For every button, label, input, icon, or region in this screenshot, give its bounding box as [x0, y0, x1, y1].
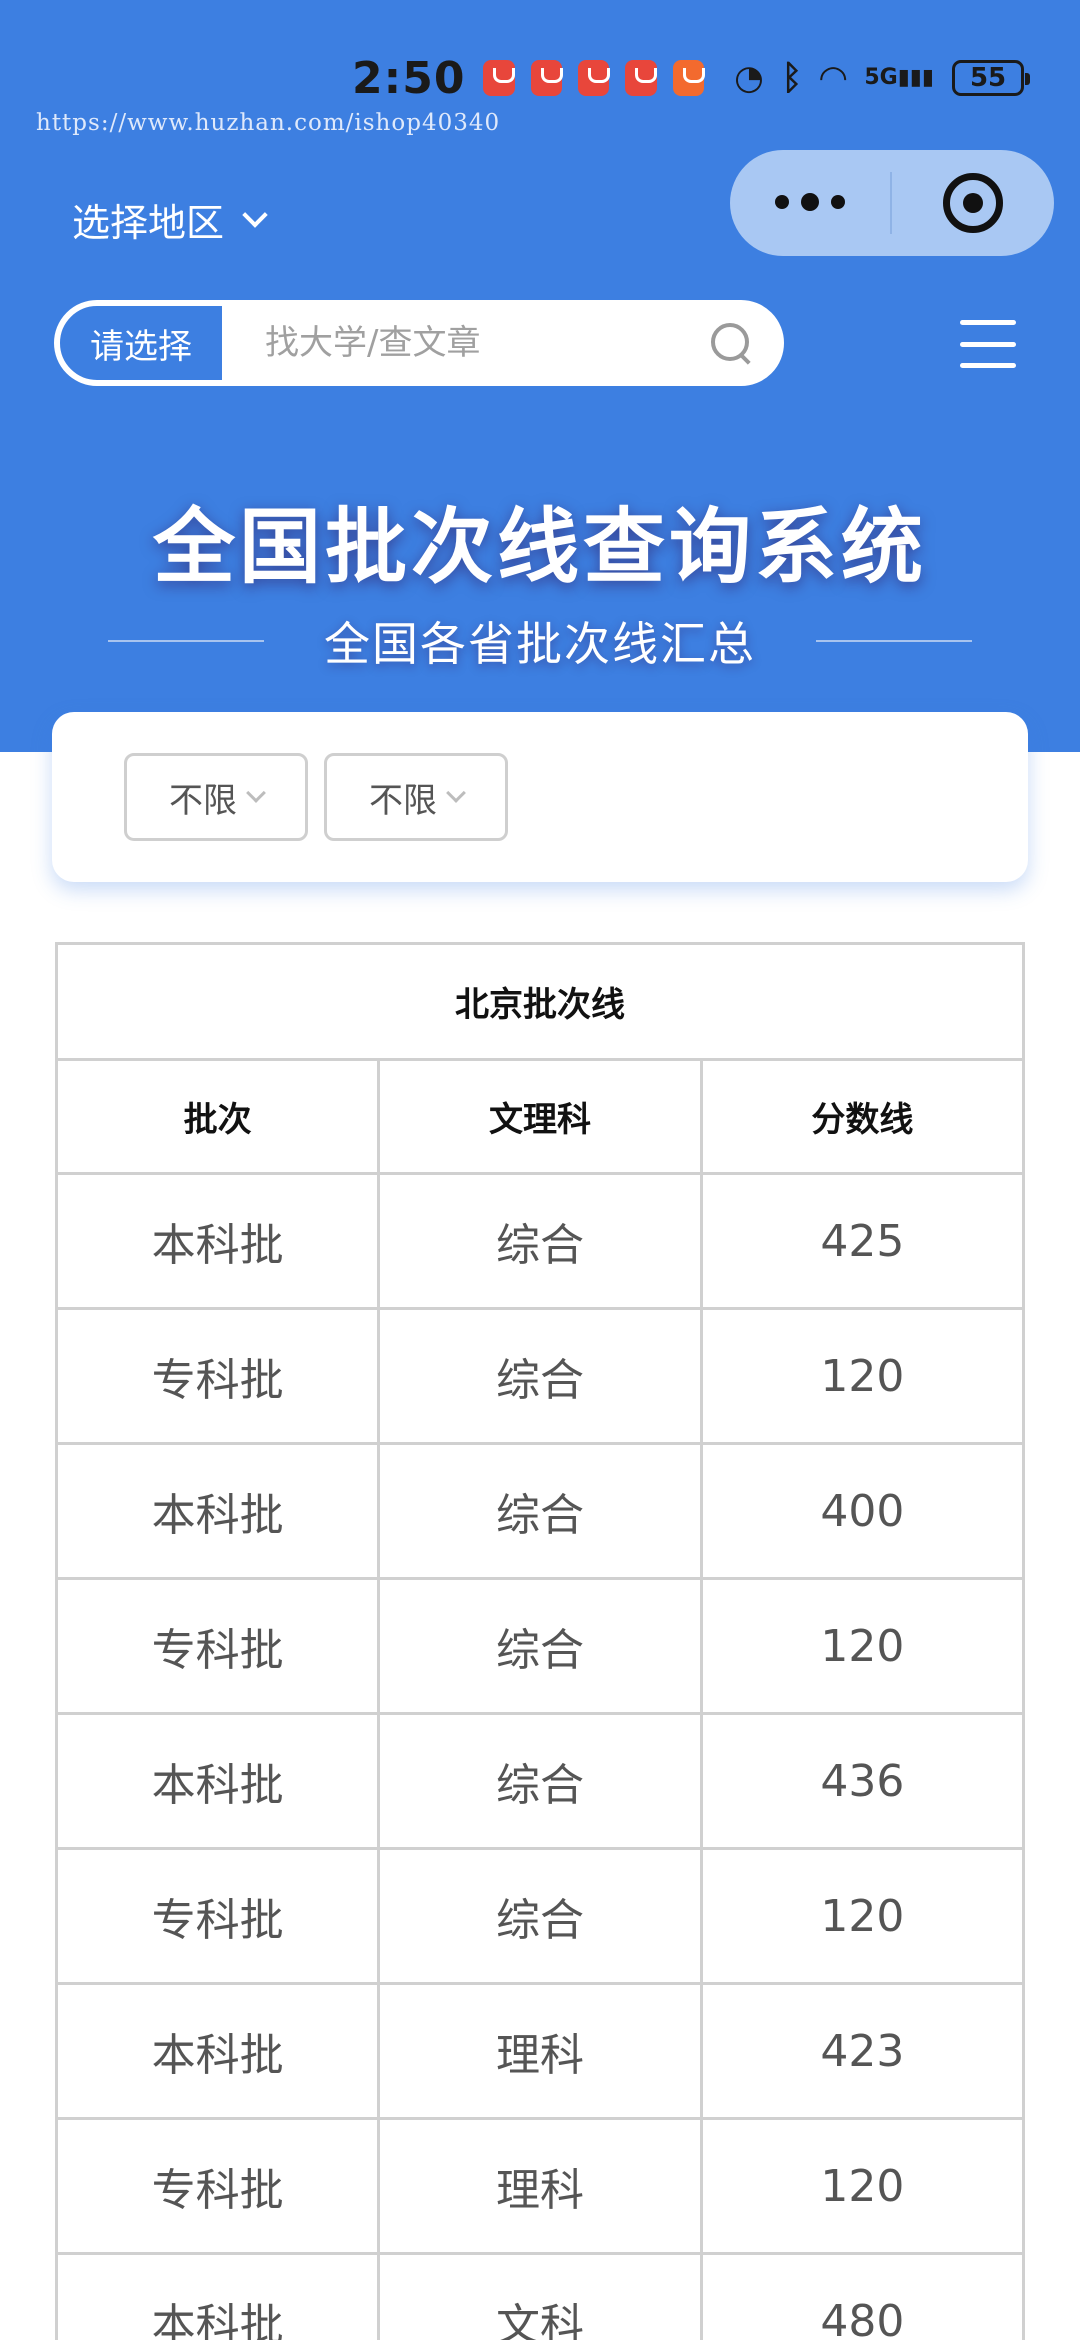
app-notification-icon [672, 60, 706, 96]
signal-icon: 5G▮▮▮ [864, 65, 935, 90]
battery-level: 55 [969, 63, 1007, 93]
table-row: 本科批 综合 425 [54, 1172, 1026, 1310]
banner-title: 全国批次线查询系统 [152, 500, 927, 595]
status-time: 2:50 [352, 52, 466, 104]
table-cell: 综合 [377, 1442, 703, 1580]
dot-icon [831, 195, 845, 209]
table-cell: 400 [699, 1442, 1026, 1580]
system-icons: ◔ ᛒ ◠ 5G▮▮▮ 55 [734, 58, 1031, 98]
table-cell: 理科 [377, 2117, 703, 2255]
banner-subtitle-row: 全国各省批次线汇总 [108, 608, 972, 674]
table-cell: 120 [699, 1577, 1026, 1715]
target-icon [943, 173, 1003, 233]
table-cell: 专科批 [54, 2117, 381, 2255]
dot-icon [801, 193, 819, 211]
table-cell: 综合 [377, 1847, 703, 1985]
filter-card: 不限 不限 [52, 712, 1028, 882]
score-table: 北京批次线 批次 文理科 分数线 本科批 综合 425 专科批 综合 120 本… [54, 942, 1026, 2340]
huawei-notification-icon [483, 60, 516, 96]
table-row: 本科批 综合 400 [54, 1442, 1026, 1580]
divider-line [108, 640, 264, 642]
filter-select-1[interactable]: 不限 [124, 753, 308, 841]
table-cell: 文科 [377, 2252, 703, 2340]
table-row: 专科批 综合 120 [54, 1307, 1026, 1445]
table-cell: 120 [699, 2117, 1026, 2255]
column-header: 批次 [54, 1058, 381, 1175]
speed-icon: ◔ [734, 58, 764, 98]
network-type: 5G [864, 65, 898, 90]
banner-subtitle: 全国各省批次线汇总 [324, 617, 756, 671]
table-cell: 理科 [377, 1982, 703, 2120]
table-cell: 436 [699, 1712, 1026, 1850]
table-cell: 480 [699, 2252, 1026, 2340]
chevron-down-icon [446, 783, 466, 803]
table-cell: 综合 [377, 1712, 703, 1850]
table-cell: 专科批 [54, 1847, 381, 1985]
dot-icon [775, 195, 789, 209]
search-icon[interactable] [699, 311, 763, 375]
table-cell: 综合 [377, 1172, 703, 1310]
miniprogram-capsule [730, 150, 1054, 256]
more-options-button[interactable] [730, 193, 890, 211]
chevron-down-icon [242, 201, 268, 228]
search-input[interactable] [225, 323, 699, 363]
watermark-url: https://www.huzhan.com/ishop40340 [36, 110, 501, 136]
column-header: 分数线 [699, 1058, 1026, 1175]
table-cell: 综合 [377, 1307, 703, 1445]
table-row: 本科批 文科 480 [54, 2252, 1026, 2340]
filter-value: 不限 [369, 780, 437, 821]
status-bar: 2:50 ◔ ᛒ ◠ 5G▮▮▮ 55 [352, 48, 1031, 108]
table-cell: 本科批 [54, 1442, 381, 1580]
huawei-notification-icon [530, 60, 564, 96]
table-cell: 120 [699, 1307, 1026, 1445]
table-cell: 425 [699, 1172, 1026, 1310]
region-selector[interactable]: 选择地区 [72, 192, 268, 247]
table-row: 专科批 理科 120 [54, 2117, 1026, 2255]
table-row: 专科批 综合 120 [54, 1577, 1026, 1715]
region-label: 选择地区 [72, 201, 225, 245]
table-cell: 本科批 [54, 1982, 381, 2120]
wifi-icon: ◠ [820, 58, 847, 98]
column-header: 文理科 [377, 1058, 703, 1175]
table-row: 本科批 理科 423 [54, 1982, 1026, 2120]
filter-value: 不限 [169, 780, 237, 821]
table-cell: 本科批 [54, 1712, 381, 1850]
table-row: 专科批 综合 120 [54, 1847, 1026, 1985]
battery-icon: 55 [952, 60, 1031, 96]
table-cell: 本科批 [54, 1172, 381, 1310]
divider-line [816, 640, 972, 642]
search-bar: 请选择 [54, 300, 784, 386]
table-cell: 专科批 [54, 1307, 381, 1445]
menu-icon[interactable] [960, 320, 1016, 368]
table-caption: 北京批次线 [55, 942, 1025, 1061]
filter-select-2[interactable]: 不限 [324, 753, 508, 841]
chevron-down-icon [246, 783, 266, 803]
table-cell: 120 [699, 1847, 1026, 1985]
table-cell: 本科批 [54, 2252, 381, 2340]
close-miniprogram-button[interactable] [892, 173, 1054, 233]
huawei-notification-icon [578, 60, 611, 96]
table-cell: 423 [699, 1982, 1026, 2120]
table-row: 本科批 综合 436 [54, 1712, 1026, 1850]
table-cell: 综合 [377, 1577, 703, 1715]
table-cell: 专科批 [54, 1577, 381, 1715]
huawei-notification-icon [625, 60, 658, 96]
search-category-button[interactable]: 请选择 [57, 303, 225, 383]
bluetooth-icon: ᛒ [781, 58, 803, 98]
